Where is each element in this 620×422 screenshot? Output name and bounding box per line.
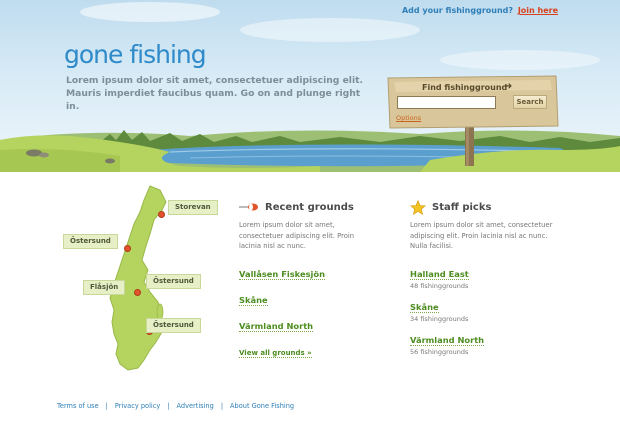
options-link[interactable]: Options [396,114,421,122]
list-item: Värmland North [239,314,369,333]
footer-separator: | [105,402,108,410]
footer-separator: | [167,402,170,410]
tagline-line-1: Lorem ipsum dolor sit amet, consectetuer… [66,75,363,86]
top-bar: Add your fishingground? Join here [402,6,558,15]
staff-pick-count: 56 fishinggrounds [410,347,469,356]
recent-ground-link[interactable]: Värmland North [239,321,314,332]
view-all-grounds-link[interactable]: View all grounds » [239,349,312,358]
recent-ground-link[interactable]: Vallåsen Fiskesjön [239,269,325,280]
map-label-ostersund-west[interactable]: Östersund [63,234,118,249]
footer-nav: Terms of use | Privacy policy | Advertising |… [57,402,294,410]
staff-pick-count: 34 fishinggrounds [410,314,469,323]
recent-grounds-heading: Recent grounds [265,201,354,213]
add-ground-prompt: Add your fishingground? [401,6,514,15]
star-icon [410,199,426,215]
logo[interactable]: gone fishing [64,40,207,69]
list-item: Skåne 34 fishinggrounds [410,295,555,323]
hero-banner: Add your fishingground? Join here gone f… [0,0,620,172]
recent-grounds-section: Recent grounds Lorem ipsum dolor sit ame… [239,198,369,359]
search-input[interactable] [397,96,496,109]
search-sign: Find fishingground ➜ Search Options [388,76,558,126]
footer-link-privacy[interactable]: Privacy policy [115,402,160,410]
footer-separator: | [220,402,224,410]
footer-link-about[interactable]: About Gone Fishing [230,402,294,410]
map-label-ostersund-mid[interactable]: Östersund [146,274,201,289]
tagline: Lorem ipsum dolor sit amet, consectetuer… [66,74,366,113]
map-label-storevan[interactable]: Storevan [168,200,218,215]
arrow-right-icon: ➜ [504,81,513,92]
footer-link-terms[interactable]: Terms of use [57,402,99,410]
map-marker[interactable] [158,211,165,218]
staff-pick-link[interactable]: Värmland North [410,335,485,346]
list-item: Halland East 48 fishinggrounds [410,262,555,290]
search-button[interactable]: Search [513,95,547,109]
staff-picks-heading: Staff picks [432,201,492,213]
list-item: Skåne [239,288,369,307]
staff-pick-link[interactable]: Halland East [410,269,469,280]
staff-picks-header: Staff picks [410,198,555,216]
search-title: Find fishingground [422,83,508,92]
map-marker[interactable] [134,289,141,296]
sweden-map: Storevan Östersund Östersund Flåsjön Öst… [0,172,230,382]
fishing-float-icon [239,203,258,211]
staff-picks-intro: Lorem ipsum dolor sit amet, consectetuer… [410,221,553,250]
recent-grounds-header: Recent grounds [239,198,369,216]
join-link[interactable]: Join here [518,6,558,15]
tagline-line-2: Mauris imperdiet faucibus quam. Go on an… [66,88,361,112]
list-item: Värmland North 56 fishinggrounds [410,328,555,356]
map-label-flasjon[interactable]: Flåsjön [83,280,126,295]
footer-link-advertising[interactable]: Advertising [177,402,214,410]
recent-ground-link[interactable]: Skåne [239,295,268,306]
recent-grounds-intro: Lorem ipsum dolor sit amet, consectetuer… [239,221,355,250]
recent-grounds-list: Vallåsen Fiskesjön Skåne Värmland North [239,262,369,333]
staff-picks-section: Staff picks Lorem ipsum dolor sit amet, … [410,198,555,361]
staff-picks-list: Halland East 48 fishinggrounds Skåne 34 … [410,262,555,356]
map-marker[interactable] [124,245,131,252]
list-item: Vallåsen Fiskesjön [239,262,369,281]
staff-pick-link[interactable]: Skåne [410,302,439,313]
map-label-ostersund-south[interactable]: Östersund [146,318,201,333]
staff-pick-count: 48 fishinggrounds [410,281,469,290]
